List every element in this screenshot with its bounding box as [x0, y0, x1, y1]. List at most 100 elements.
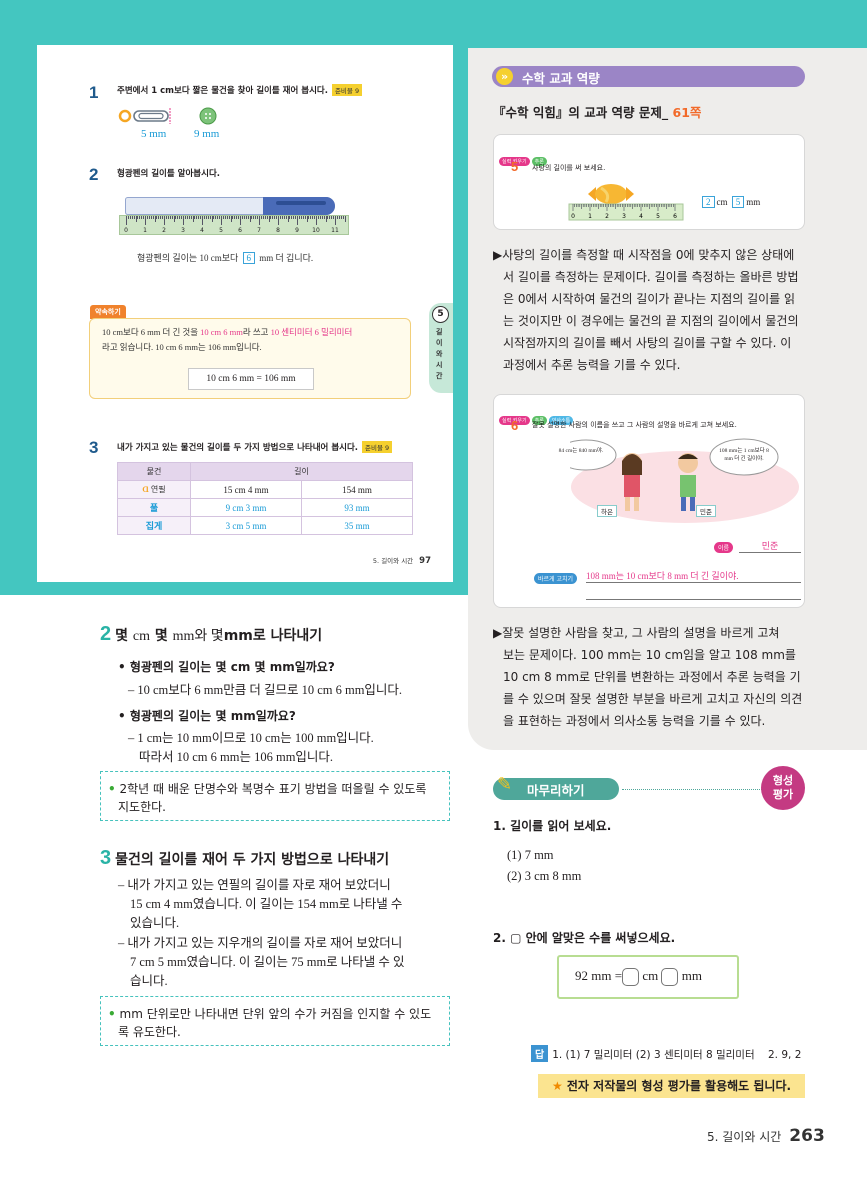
- blank-input[interactable]: [622, 968, 640, 987]
- highlighter-pen-illustration: [125, 197, 335, 215]
- answer-box: 6: [242, 252, 256, 264]
- ruler-tick: [222, 216, 224, 219]
- body-line: 7 cm 5 mm였습니다. 이 길이는 75 mm로 나타낼 수 있: [130, 955, 405, 969]
- ruler-tick: [190, 216, 192, 219]
- answer-tag: 답: [531, 1045, 549, 1062]
- explanation-paragraph-1: ▶사탕의 길이를 측정할 때 시작점을 0에 맞추지 않은 상태에 서 길이를 측…: [493, 248, 799, 372]
- fix-tag: 바르게 고치기: [534, 573, 578, 584]
- competency-banner: » 수학 교과 역량: [492, 66, 805, 87]
- competency-title: 『수학 익힘』의 교과 역량 문제_ 61쪽: [493, 105, 702, 120]
- table-cell: 15 cm 4 mm: [190, 480, 302, 499]
- ruler-tick: [181, 216, 183, 219]
- character-name: 하은: [597, 505, 617, 517]
- body-line: – 내가 가지고 있는 연필의 길이를 자로 재어 보았더니: [118, 878, 391, 892]
- ruler-tick: [245, 216, 247, 219]
- ruler-tick: [202, 216, 203, 225]
- ruler-tick: [129, 216, 131, 219]
- ruler-tick: [302, 216, 304, 219]
- ruler-tick: [167, 216, 169, 219]
- ruler-tick: [150, 216, 152, 219]
- ruler-tick: [238, 216, 240, 219]
- blank-input[interactable]: [661, 968, 679, 987]
- ruler-tick: [175, 216, 177, 219]
- ruler-tick: [266, 216, 268, 219]
- ruler-tick: [241, 216, 243, 219]
- ruler-tick: [183, 216, 184, 225]
- bullet-answer: 따라서 10 cm 6 mm는 106 mm입니다.: [139, 750, 334, 764]
- ruler-tick: [253, 216, 255, 219]
- ruler-tick: [344, 216, 346, 222]
- quiz-question-2: 2. ▢ 안에 알맞은 수를 써넣으세요.: [493, 931, 676, 945]
- ruler-tick: [251, 216, 253, 219]
- ruler-tick: [224, 216, 226, 219]
- body-line: 15 cm 4 mm였습니다. 이 길이는 154 mm로 나타낼 수: [130, 897, 403, 911]
- measure-label-button: 9 mm: [194, 128, 220, 140]
- section-2-heading: 2몇 cm 몇 mm와 몇mm로 나타내기: [100, 623, 323, 645]
- exercise-question: 사탕의 길이를 써 보세요.: [532, 164, 606, 172]
- ruler-tick: [298, 216, 300, 219]
- table-header: 길이: [190, 462, 413, 481]
- table-header: 물건: [117, 462, 191, 481]
- ruler-tick: [164, 216, 165, 225]
- prep-tag: 준비물 9: [331, 84, 363, 96]
- chapter-number: 5: [432, 306, 449, 323]
- ruler-tick: [188, 216, 190, 219]
- ruler-tick: [270, 216, 272, 219]
- ruler-tick: [169, 216, 171, 219]
- ruler-tick: [139, 216, 141, 219]
- ruler-tick: [234, 216, 236, 219]
- ruler-tick: [323, 216, 325, 219]
- promise-box: 10 cm보다 6 mm 더 긴 것을 10 cm 6 mm라 쓰고 10 센티…: [89, 318, 411, 399]
- ruler-tick: [289, 216, 291, 219]
- body-line: 습니다.: [130, 974, 168, 988]
- question-number: 1: [89, 83, 99, 102]
- star-icon: ★: [551, 1079, 563, 1093]
- body-line: – 내가 가지고 있는 지우개의 길이를 자로 재어 보았더니: [118, 936, 403, 950]
- ruler-tick: [213, 216, 215, 219]
- ruler-tick: [184, 216, 186, 219]
- page-footer: 5. 길이와 시간 263: [707, 1126, 825, 1146]
- ruler-tick: [148, 216, 150, 219]
- exercise-question: 잘못 설명한 사람의 이름을 쓰고 그 사람의 설명을 바르게 고쳐 보세요.: [532, 421, 737, 429]
- section-3-heading: 3 물건의 길이를 재어 두 가지 방법으로 나타내기: [100, 847, 390, 869]
- exercise-number: 6: [511, 418, 519, 433]
- pencil-icon: ✎: [497, 774, 513, 795]
- question-number: 2: [89, 165, 99, 184]
- teal-top-strip: [468, 0, 867, 48]
- ruler-tick: [327, 216, 329, 219]
- ruler-tick: [217, 216, 219, 219]
- ruler-tick: [255, 216, 257, 219]
- fill-equation: 92 mm = cm mm: [575, 968, 702, 987]
- ruler-number: 7: [257, 227, 261, 234]
- blank-line: [586, 599, 801, 600]
- ruler-number: 2: [605, 213, 609, 220]
- ruler-tick: [329, 216, 331, 219]
- ruler-tick: [219, 216, 221, 219]
- ruler-tick: [240, 216, 241, 225]
- ruler-tick: [135, 216, 137, 222]
- wrap-up-banner: ✎ 마무리하기: [493, 774, 619, 800]
- pen-length-sentence: 형광펜의 길이는 10 cm보다 6 mm 더 깁니다.: [137, 252, 314, 264]
- teaching-note: • 2학년 때 배운 단명수와 복명수 표기 방법을 떠올릴 수 있도록 지도한…: [100, 771, 450, 821]
- table-cell-item: Ɑ 연필: [117, 480, 191, 499]
- ruler-tick: [335, 216, 336, 225]
- question-text: 내가 가지고 있는 물건의 길이를 두 가지 방법으로 나타내어 봅시다. 준비물…: [117, 441, 393, 453]
- ruler-tick: [186, 216, 188, 219]
- ruler-tick: [126, 216, 127, 225]
- ruler-number: 2: [162, 227, 166, 234]
- ruler-tick: [156, 216, 158, 219]
- ruler-number: 0: [571, 213, 575, 220]
- ruler-number: 3: [622, 213, 626, 220]
- measure-label-clip: 5 mm: [141, 128, 167, 140]
- question-number: 3: [89, 438, 99, 457]
- note-line: 록 유도한다.: [118, 1025, 181, 1039]
- ruler-tick: [317, 216, 319, 219]
- ruler-illustration: 0 1 2 3 4 5 6 7 8 9 10 11: [119, 215, 349, 235]
- quiz-item: (1) 7 mm: [507, 848, 554, 862]
- ruler-tick: [312, 216, 314, 219]
- ruler-tick: [310, 216, 312, 219]
- ruler-tick: [200, 216, 202, 219]
- speech-bubble: 108 mm는 1 cm보다 8 mm 더 긴 길이야.: [719, 448, 769, 462]
- ruler-number: 5: [219, 227, 223, 234]
- exercise-card-6: 실력 키우기 추론 의사소통 6 잘못 설명한 사람의 이름을 쓰고 그 사람의 설…: [493, 394, 805, 608]
